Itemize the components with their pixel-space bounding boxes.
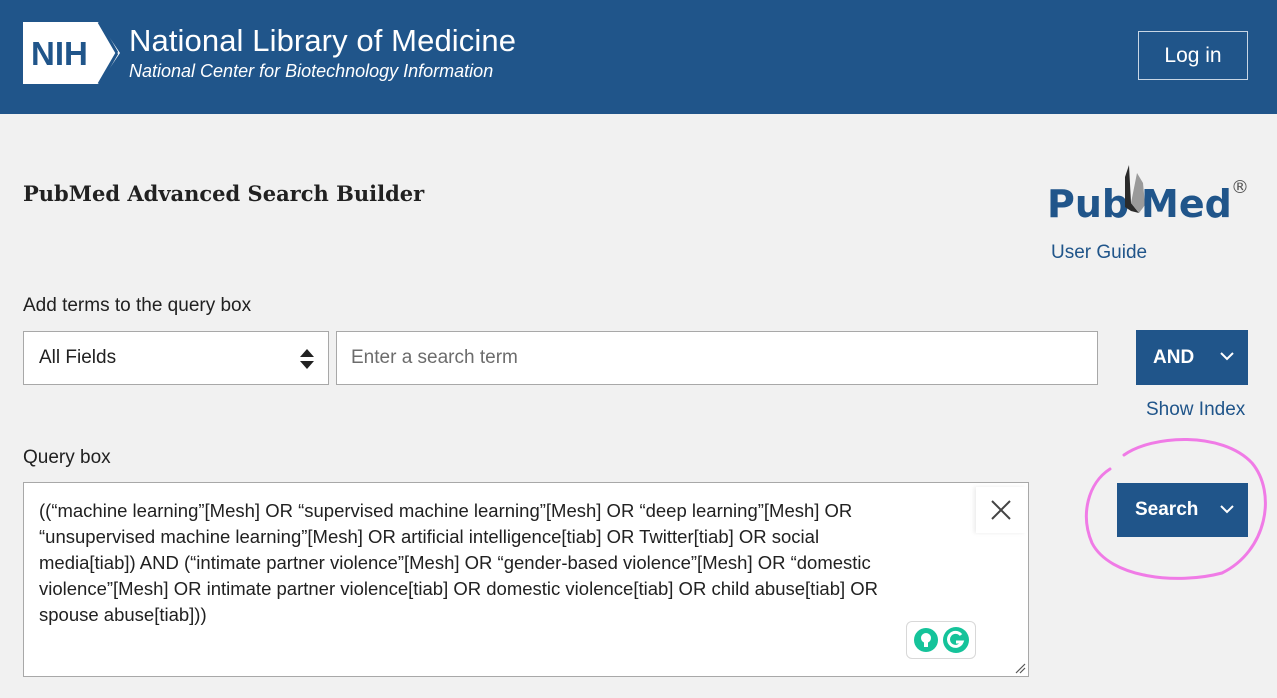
nih-logo-text: NIH bbox=[31, 35, 88, 72]
field-select-value: All Fields bbox=[39, 347, 117, 368]
site-subtitle[interactable]: National Center for Biotechnology Inform… bbox=[129, 61, 493, 82]
search-button-label: Search bbox=[1135, 499, 1199, 520]
grammarly-icon[interactable] bbox=[942, 626, 970, 654]
resize-handle-icon[interactable] bbox=[1014, 662, 1026, 674]
close-icon bbox=[991, 500, 1011, 520]
site-header: NIH National Library of Medicine Nationa… bbox=[0, 0, 1277, 114]
query-box[interactable]: ((“machine learning”[Mesh] OR “supervise… bbox=[23, 482, 1029, 677]
grammarly-widget[interactable] bbox=[906, 621, 976, 659]
pubmed-logo-med: Med bbox=[1141, 182, 1232, 226]
lightbulb-icon[interactable] bbox=[913, 627, 939, 653]
query-box-label: Query box bbox=[23, 447, 111, 468]
login-button[interactable]: Log in bbox=[1138, 31, 1248, 80]
pubmed-logo[interactable]: Pub Med ® bbox=[1045, 163, 1255, 235]
search-term-input[interactable] bbox=[336, 331, 1098, 385]
pubmed-logo-pub: Pub bbox=[1047, 182, 1129, 226]
field-select[interactable]: All Fields bbox=[23, 331, 329, 385]
query-text[interactable]: ((“machine learning”[Mesh] OR “supervise… bbox=[39, 498, 959, 628]
chevron-down-icon[interactable] bbox=[1220, 505, 1234, 514]
search-button[interactable]: Search bbox=[1117, 483, 1248, 537]
add-and-button[interactable]: AND bbox=[1136, 330, 1248, 385]
add-and-label: AND bbox=[1153, 346, 1195, 368]
site-title[interactable]: National Library of Medicine bbox=[129, 23, 516, 59]
clear-query-button[interactable] bbox=[976, 487, 1026, 533]
page-title: PubMed Advanced Search Builder bbox=[23, 181, 425, 206]
chevron-down-icon[interactable] bbox=[1220, 352, 1234, 361]
show-index-link[interactable]: Show Index bbox=[1146, 399, 1245, 421]
user-guide-link[interactable]: User Guide bbox=[1051, 242, 1147, 264]
sort-arrows-icon bbox=[300, 349, 314, 369]
add-terms-label: Add terms to the query box bbox=[23, 295, 252, 316]
nih-logo[interactable]: NIH bbox=[23, 22, 120, 84]
registered-mark: ® bbox=[1231, 177, 1249, 198]
